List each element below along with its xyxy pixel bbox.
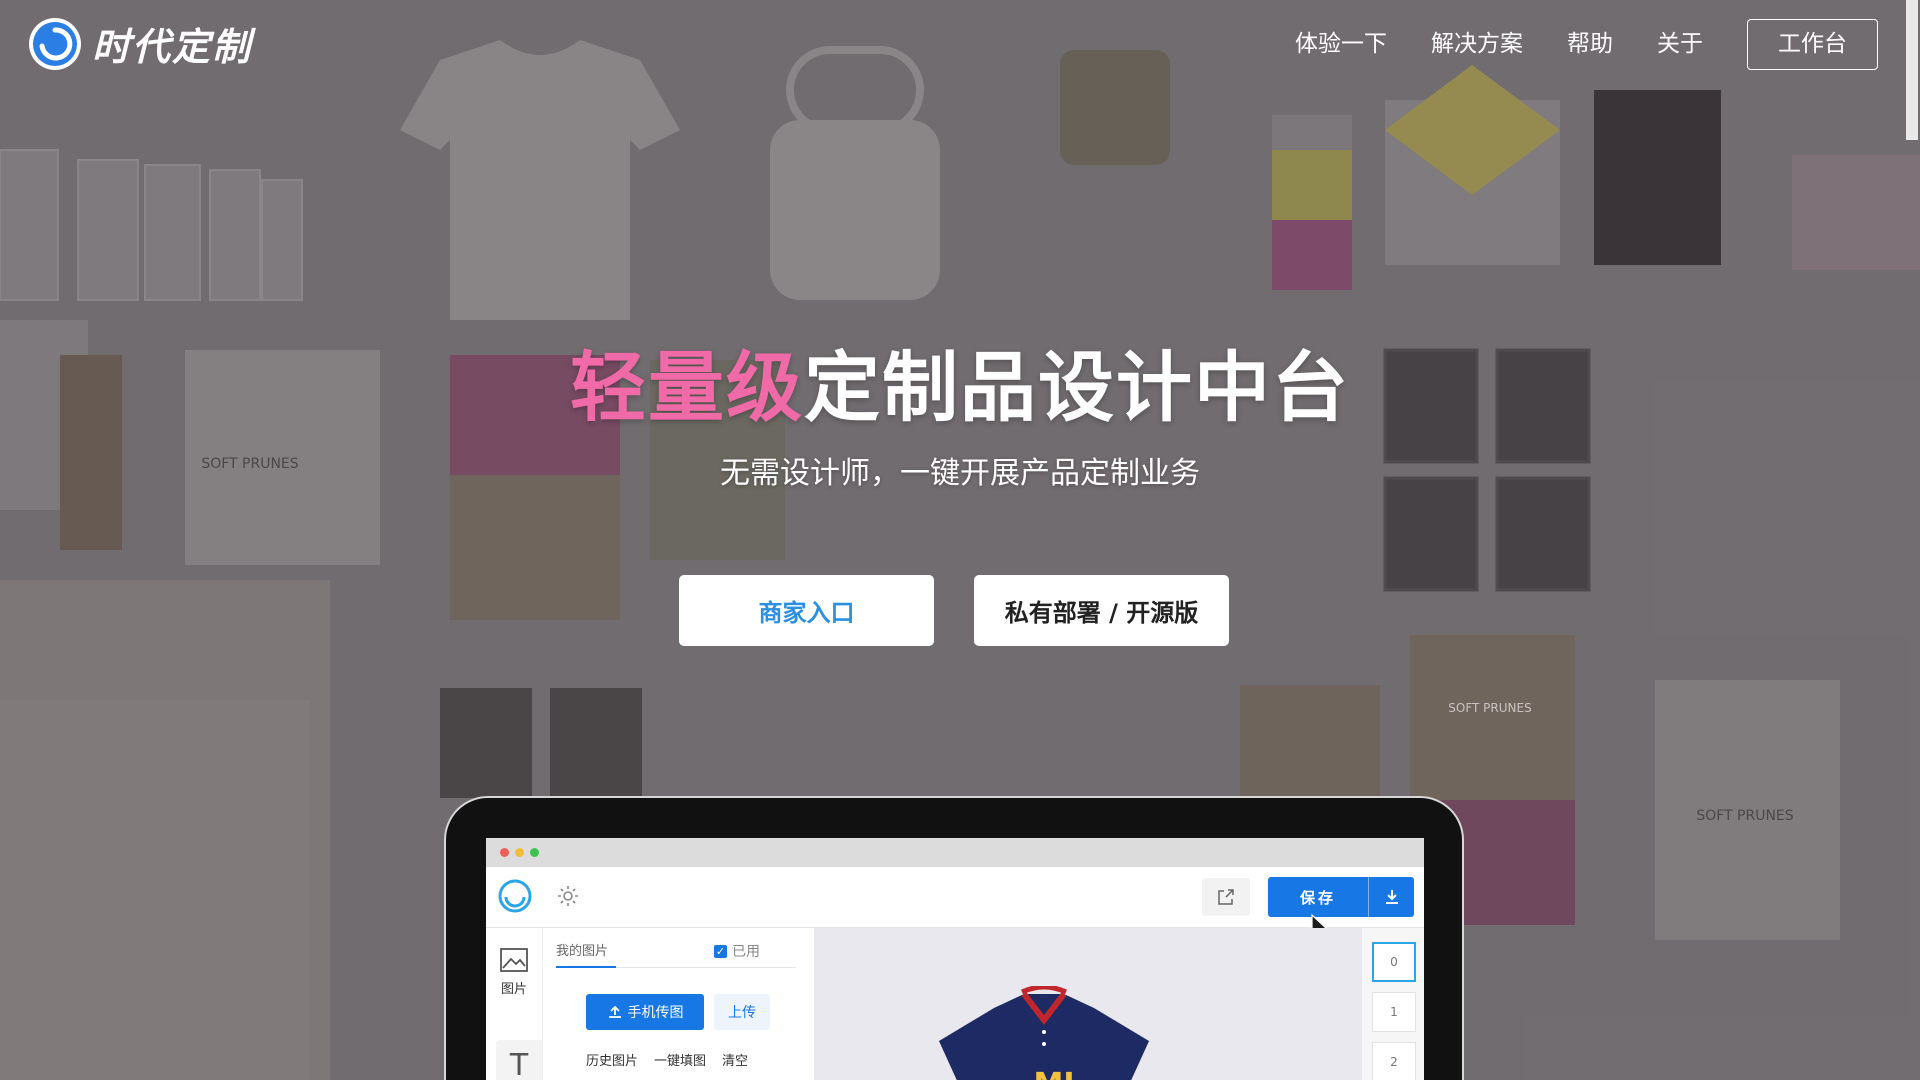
- share-button[interactable]: [1202, 878, 1250, 916]
- tool-rail: 图片 T: [486, 928, 543, 1080]
- upload-button[interactable]: 上传: [714, 994, 770, 1030]
- page-thumb-1[interactable]: 1: [1372, 992, 1416, 1032]
- share-icon: [1218, 889, 1234, 905]
- nav-try[interactable]: 体验一下: [1273, 18, 1409, 70]
- enabled-label: 已用: [732, 944, 760, 960]
- design-canvas[interactable]: MI: [814, 928, 1362, 1080]
- logo-swirl-icon: [29, 17, 81, 70]
- tab-my-images[interactable]: 我的图片: [556, 940, 608, 959]
- history-images-link[interactable]: 历史图片: [586, 1050, 638, 1069]
- nav-solutions[interactable]: 解决方案: [1409, 18, 1545, 70]
- polo-shirt-preview: MI: [939, 986, 1149, 1080]
- window-close-dot: [500, 848, 509, 857]
- page-thumb-0[interactable]: 0: [1372, 942, 1416, 982]
- save-button-group: 保存: [1268, 877, 1414, 917]
- page-thumb-2[interactable]: 2: [1372, 1042, 1416, 1080]
- auto-fill-link[interactable]: 一键填图: [654, 1050, 706, 1069]
- nav-about[interactable]: 关于: [1635, 18, 1725, 70]
- page-list: 0 1 2: [1362, 928, 1424, 1080]
- editor-toolbar: 保存: [486, 867, 1424, 940]
- gear-icon[interactable]: [556, 884, 580, 908]
- landing-page: SOFT PRUNES SOFT PRUNES SOFT PRUNES 时代定制…: [0, 0, 1920, 1080]
- checkbox-checked-icon[interactable]: ✓: [714, 944, 727, 958]
- editor-preview: 保存 图片 T 我的图片 ✓ 已用 手机传图 上传 历史图片 一键填图 清空 0…: [486, 838, 1424, 1080]
- rail-images-label[interactable]: 图片: [486, 978, 542, 997]
- download-button[interactable]: [1369, 888, 1414, 906]
- panel-links: 历史图片 一键填图 清空: [586, 1050, 748, 1069]
- download-icon: [1385, 890, 1398, 904]
- site-logo[interactable]: 时代定制: [28, 16, 252, 71]
- image-panel: 我的图片 ✓ 已用 手机传图 上传 历史图片 一键填图 清空: [544, 928, 808, 1080]
- private-deploy-button[interactable]: 私有部署 / 开源版: [974, 575, 1229, 646]
- editor-logo-icon[interactable]: [498, 879, 532, 913]
- browser-bar: [486, 838, 1424, 867]
- text-tool-icon[interactable]: T: [496, 1040, 542, 1080]
- enabled-filter[interactable]: ✓ 已用: [714, 941, 760, 961]
- phone-upload-label: 手机传图: [627, 1005, 684, 1021]
- nav-help[interactable]: 帮助: [1545, 18, 1635, 70]
- image-icon[interactable]: [500, 948, 528, 972]
- hero-title: 轻量级定制品设计中台: [0, 326, 1920, 436]
- hero-subtitle: 无需设计师，一键开展产品定制业务: [720, 456, 1200, 491]
- merchant-entry-button[interactable]: 商家入口: [679, 575, 934, 646]
- top-nav: 体验一下 解决方案 帮助 关于 工作台: [1273, 18, 1878, 70]
- upload-cloud-icon: [608, 1005, 621, 1018]
- window-minimize-dot: [515, 848, 524, 857]
- page-scrollbar[interactable]: [1906, 0, 1918, 140]
- workbench-button[interactable]: 工作台: [1747, 18, 1878, 70]
- tab-active-underline: [556, 966, 616, 968]
- phone-upload-button[interactable]: 手机传图: [586, 994, 704, 1030]
- hero-title-accent: 轻量级: [570, 343, 804, 432]
- window-maximize-dot: [530, 848, 539, 857]
- clear-link[interactable]: 清空: [722, 1050, 748, 1069]
- hero-title-main: 定制品设计中台: [804, 343, 1350, 432]
- shirt-print-text: MI: [1033, 1067, 1074, 1080]
- logo-text: 时代定制: [92, 25, 253, 69]
- save-button[interactable]: 保存: [1268, 887, 1368, 908]
